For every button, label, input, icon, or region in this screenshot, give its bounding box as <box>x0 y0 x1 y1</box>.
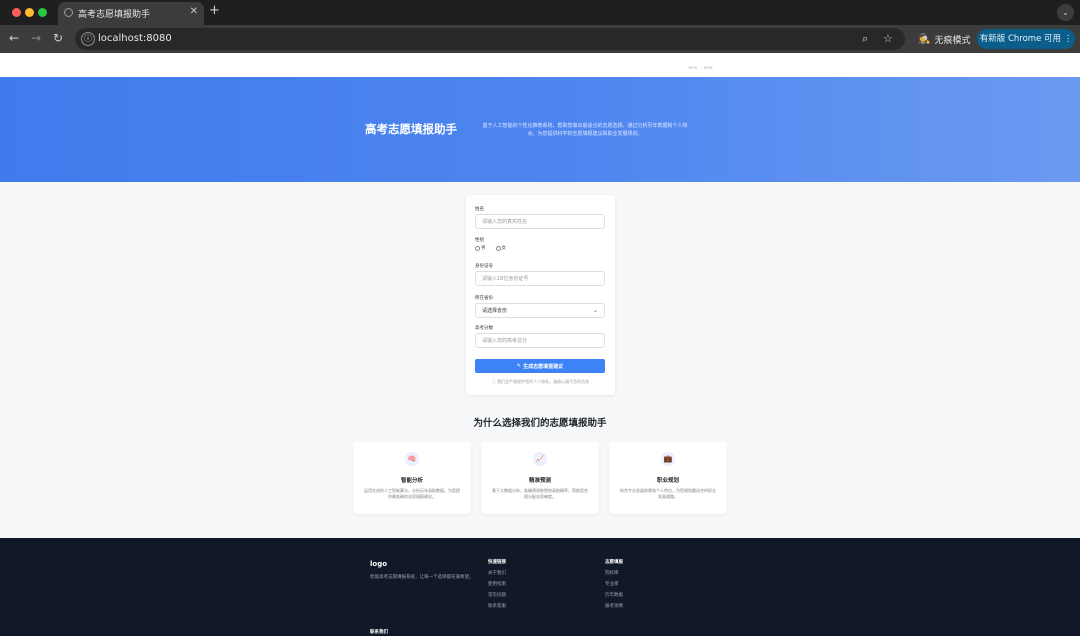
footer-link[interactable]: 院校库 <box>605 570 623 576</box>
gender-radio-group: 男 女 <box>475 245 506 251</box>
score-label: 高考分数 <box>475 326 493 331</box>
feature-description: 结合专业发展前景和个人特点，为您规划最适合的职业发展道路。 <box>620 488 716 499</box>
tab-search-button[interactable]: ⌄ <box>1057 4 1074 21</box>
bookmark-star-icon[interactable]: ☆ <box>883 32 893 46</box>
hero-description: 基于人工智能的个性化推荐系统，帮助您做出最适合的志愿选择。通过分析历年数据和个人… <box>482 123 688 137</box>
footer-logo[interactable]: logo <box>370 560 387 568</box>
footer-link[interactable]: 常见问题 <box>488 592 506 598</box>
footer-link[interactable]: 关于我们 <box>488 570 506 576</box>
menu-icon: ⋮ <box>1063 34 1073 44</box>
magic-icon: ✎ <box>516 363 522 369</box>
name-placeholder: 请输入您的真实姓名 <box>482 219 528 225</box>
footer-contact-title: 联系我们 <box>370 630 388 635</box>
feature-title: 职业规划 <box>656 478 679 484</box>
site-footer: logo 智能高考志愿填报系统，让每一个选择都充满希望。 快速链接 关于我们 使… <box>0 538 1080 636</box>
gender-female-label: 女 <box>501 246 507 251</box>
address-bar[interactable]: ⓘ localhost:8080 ⌕ ☆ <box>75 28 905 50</box>
province-select[interactable]: 请选择省份 ⌄ <box>475 303 605 318</box>
chrome-update-button[interactable]: 有新版 Chrome 可用 ⋮ <box>977 29 1075 49</box>
chevron-down-icon: ⌄ <box>592 307 598 314</box>
footer-services: 志愿填报 院校库 专业库 历年数据 报考攻略 <box>605 559 623 614</box>
hero-banner: 高考志愿填报助手 基于人工智能的个性化推荐系统，帮助您做出最适合的志愿选择。通过… <box>0 77 1080 182</box>
generate-advice-button[interactable]: ✎ 生成志愿填报建议 <box>475 359 605 373</box>
feature-description: 基于大数据分析，准确预测各院校录取概率，帮助您合理分配志愿梯度。 <box>492 488 588 499</box>
chart-icon: 📈 <box>533 452 547 466</box>
page-viewport: ▬▬ ▬▬ 高考志愿填报助手 基于人工智能的个性化推荐系统，帮助您做出最适合的志… <box>0 53 1080 636</box>
gender-option-male[interactable]: 男 <box>475 245 486 251</box>
briefcase-icon: 💼 <box>661 452 675 466</box>
update-label: 有新版 Chrome 可用 <box>979 34 1062 44</box>
gender-option-female[interactable]: 女 <box>495 245 507 251</box>
close-window-button[interactable] <box>12 8 21 17</box>
site-header: ▬▬ ▬▬ <box>0 53 1080 77</box>
globe-icon <box>64 8 73 17</box>
feature-card: 🧠 智能分析 运用先进的人工智能算法，分析历年录取数据，为您提供最准确的志愿填报… <box>353 442 471 514</box>
gender-label: 性别 <box>475 238 484 243</box>
nav-placeholder[interactable]: ▬▬ <box>688 65 697 71</box>
footer-link[interactable]: 专业库 <box>605 581 623 587</box>
footer-link[interactable]: 报考攻略 <box>605 603 623 609</box>
feature-title: 精准预测 <box>528 478 551 484</box>
id-placeholder: 请输入18位身份证号 <box>482 276 529 282</box>
name-label: 姓名 <box>475 207 484 212</box>
back-icon[interactable]: ← <box>9 31 19 45</box>
privacy-hint: ⓘ 我们会严格保护您的个人隐私，请放心填写您的信息 <box>491 379 590 384</box>
id-number-input[interactable]: 请输入18位身份证号 <box>475 271 605 286</box>
province-selected-value: 请选择省份 <box>482 308 508 314</box>
gender-male-label: 男 <box>481 246 486 251</box>
footer-link[interactable]: 历年数据 <box>605 592 623 598</box>
footer-link[interactable]: 使用指南 <box>488 581 506 587</box>
zoom-icon[interactable]: ⌕ <box>862 32 868 46</box>
name-input[interactable]: 请输入您的真实姓名 <box>475 214 605 229</box>
tab-title: 高考志愿填报助手 <box>78 10 151 20</box>
browser-tab-bar: 高考志愿填报助手 ✕ + ⌄ <box>0 0 1080 25</box>
new-tab-button[interactable]: + <box>209 4 220 18</box>
footer-description: 智能高考志愿填报系统，让每一个选择都充满希望。 <box>370 575 474 580</box>
footer-column-title: 快速链接 <box>488 560 506 565</box>
radio-button[interactable] <box>475 245 480 251</box>
feature-title: 智能分析 <box>400 478 423 484</box>
score-input[interactable]: 请输入您的高考总分 <box>475 333 605 348</box>
hero-title: 高考志愿填报助手 <box>365 122 457 136</box>
maximize-window-button[interactable] <box>38 8 47 17</box>
forward-icon[interactable]: → <box>31 31 41 45</box>
footer-column-title: 志愿填报 <box>605 560 623 565</box>
incognito-icon: 🕵 <box>918 33 931 45</box>
url-text[interactable]: localhost:8080 <box>98 33 172 44</box>
brain-icon: 🧠 <box>405 452 419 466</box>
incognito-indicator[interactable]: 🕵 无痕模式 <box>912 29 976 49</box>
score-placeholder: 请输入您的高考总分 <box>482 338 528 344</box>
footer-quick-links: 快速链接 关于我们 使用指南 常见问题 联系客服 <box>488 559 506 614</box>
id-label: 身份证号 <box>475 264 493 269</box>
radio-button[interactable] <box>495 245 501 251</box>
application-form-card: 姓名 请输入您的真实姓名 性别 男 女 身份证号 请输入18位身份证号 所在省份… <box>466 195 615 395</box>
reload-icon[interactable]: ↻ <box>53 31 63 45</box>
header-nav: ▬▬ ▬▬ <box>688 65 713 71</box>
browser-toolbar: ← → ↻ ⓘ localhost:8080 ⌕ ☆ 🕵 无痕模式 有新版 Ch… <box>0 25 1080 53</box>
features-title: 为什么选择我们的志愿填报助手 <box>473 418 607 429</box>
site-info-icon[interactable]: ⓘ <box>81 32 95 46</box>
feature-card: 💼 职业规划 结合专业发展前景和个人特点，为您规划最适合的职业发展道路。 <box>609 442 727 514</box>
browser-tab[interactable]: 高考志愿填报助手 ✕ <box>58 2 204 25</box>
submit-label: 生成志愿填报建议 <box>523 363 564 370</box>
footer-link[interactable]: 联系客服 <box>488 603 506 609</box>
tab-close-icon[interactable]: ✕ <box>190 6 198 18</box>
minimize-window-button[interactable] <box>25 8 34 17</box>
feature-description: 运用先进的人工智能算法，分析历年录取数据，为您提供最准确的志愿填报建议。 <box>364 488 460 499</box>
feature-card: 📈 精准预测 基于大数据分析，准确预测各院校录取概率，帮助您合理分配志愿梯度。 <box>481 442 599 514</box>
nav-placeholder[interactable]: ▬▬ <box>703 65 712 71</box>
province-label: 所在省份 <box>475 296 493 301</box>
incognito-label: 无痕模式 <box>934 35 971 46</box>
